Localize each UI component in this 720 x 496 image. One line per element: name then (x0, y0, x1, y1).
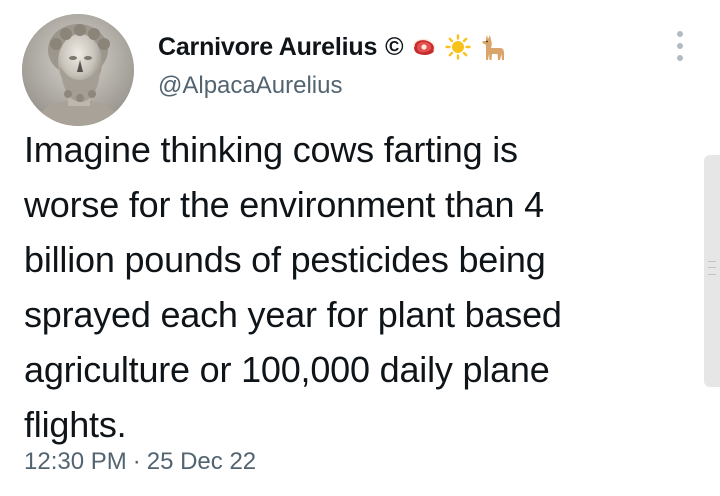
more-dots-icon (677, 31, 683, 61)
tweet-text-line: Imagine thinking cows farting is (24, 129, 518, 170)
tweet-text-line: sprayed each year for plant based (24, 294, 562, 335)
timestamp-separator: · (132, 448, 141, 475)
marble-bust-icon (22, 14, 134, 126)
tweet-text-line: agriculture or 100,000 daily plane (24, 349, 550, 390)
more-options-button[interactable] (668, 26, 692, 66)
avatar[interactable] (22, 14, 134, 126)
scrollbar-grip-icon (708, 261, 716, 275)
steak-emoji-icon (411, 37, 437, 57)
author-name-row[interactable]: Carnivore Aurelius © (158, 30, 507, 64)
author-display-name[interactable]: Carnivore Aurelius (158, 33, 377, 62)
tweet-text: Imagine thinking cows farting is worse f… (24, 122, 674, 452)
tweet-text-line: billion pounds of pesticides being (24, 239, 546, 280)
copyright-symbol: © (385, 32, 404, 61)
tweet-timestamp[interactable]: 12:30 PM · 25 Dec 22 (24, 448, 256, 476)
tweet-card: Carnivore Aurelius © @AlpacaAurelius Ima… (0, 0, 720, 496)
tweet-text-line: worse for the environment than 4 (24, 184, 544, 225)
tweet-time[interactable]: 12:30 PM (24, 448, 127, 476)
tweet-date[interactable]: 25 Dec 22 (147, 448, 256, 476)
tweet-text-line: flights. (24, 404, 127, 445)
sun-emoji-icon (445, 34, 472, 60)
llama-emoji-icon (479, 33, 507, 61)
scrollbar-handle[interactable] (704, 155, 720, 387)
author-handle[interactable]: @AlpacaAurelius (158, 72, 342, 100)
